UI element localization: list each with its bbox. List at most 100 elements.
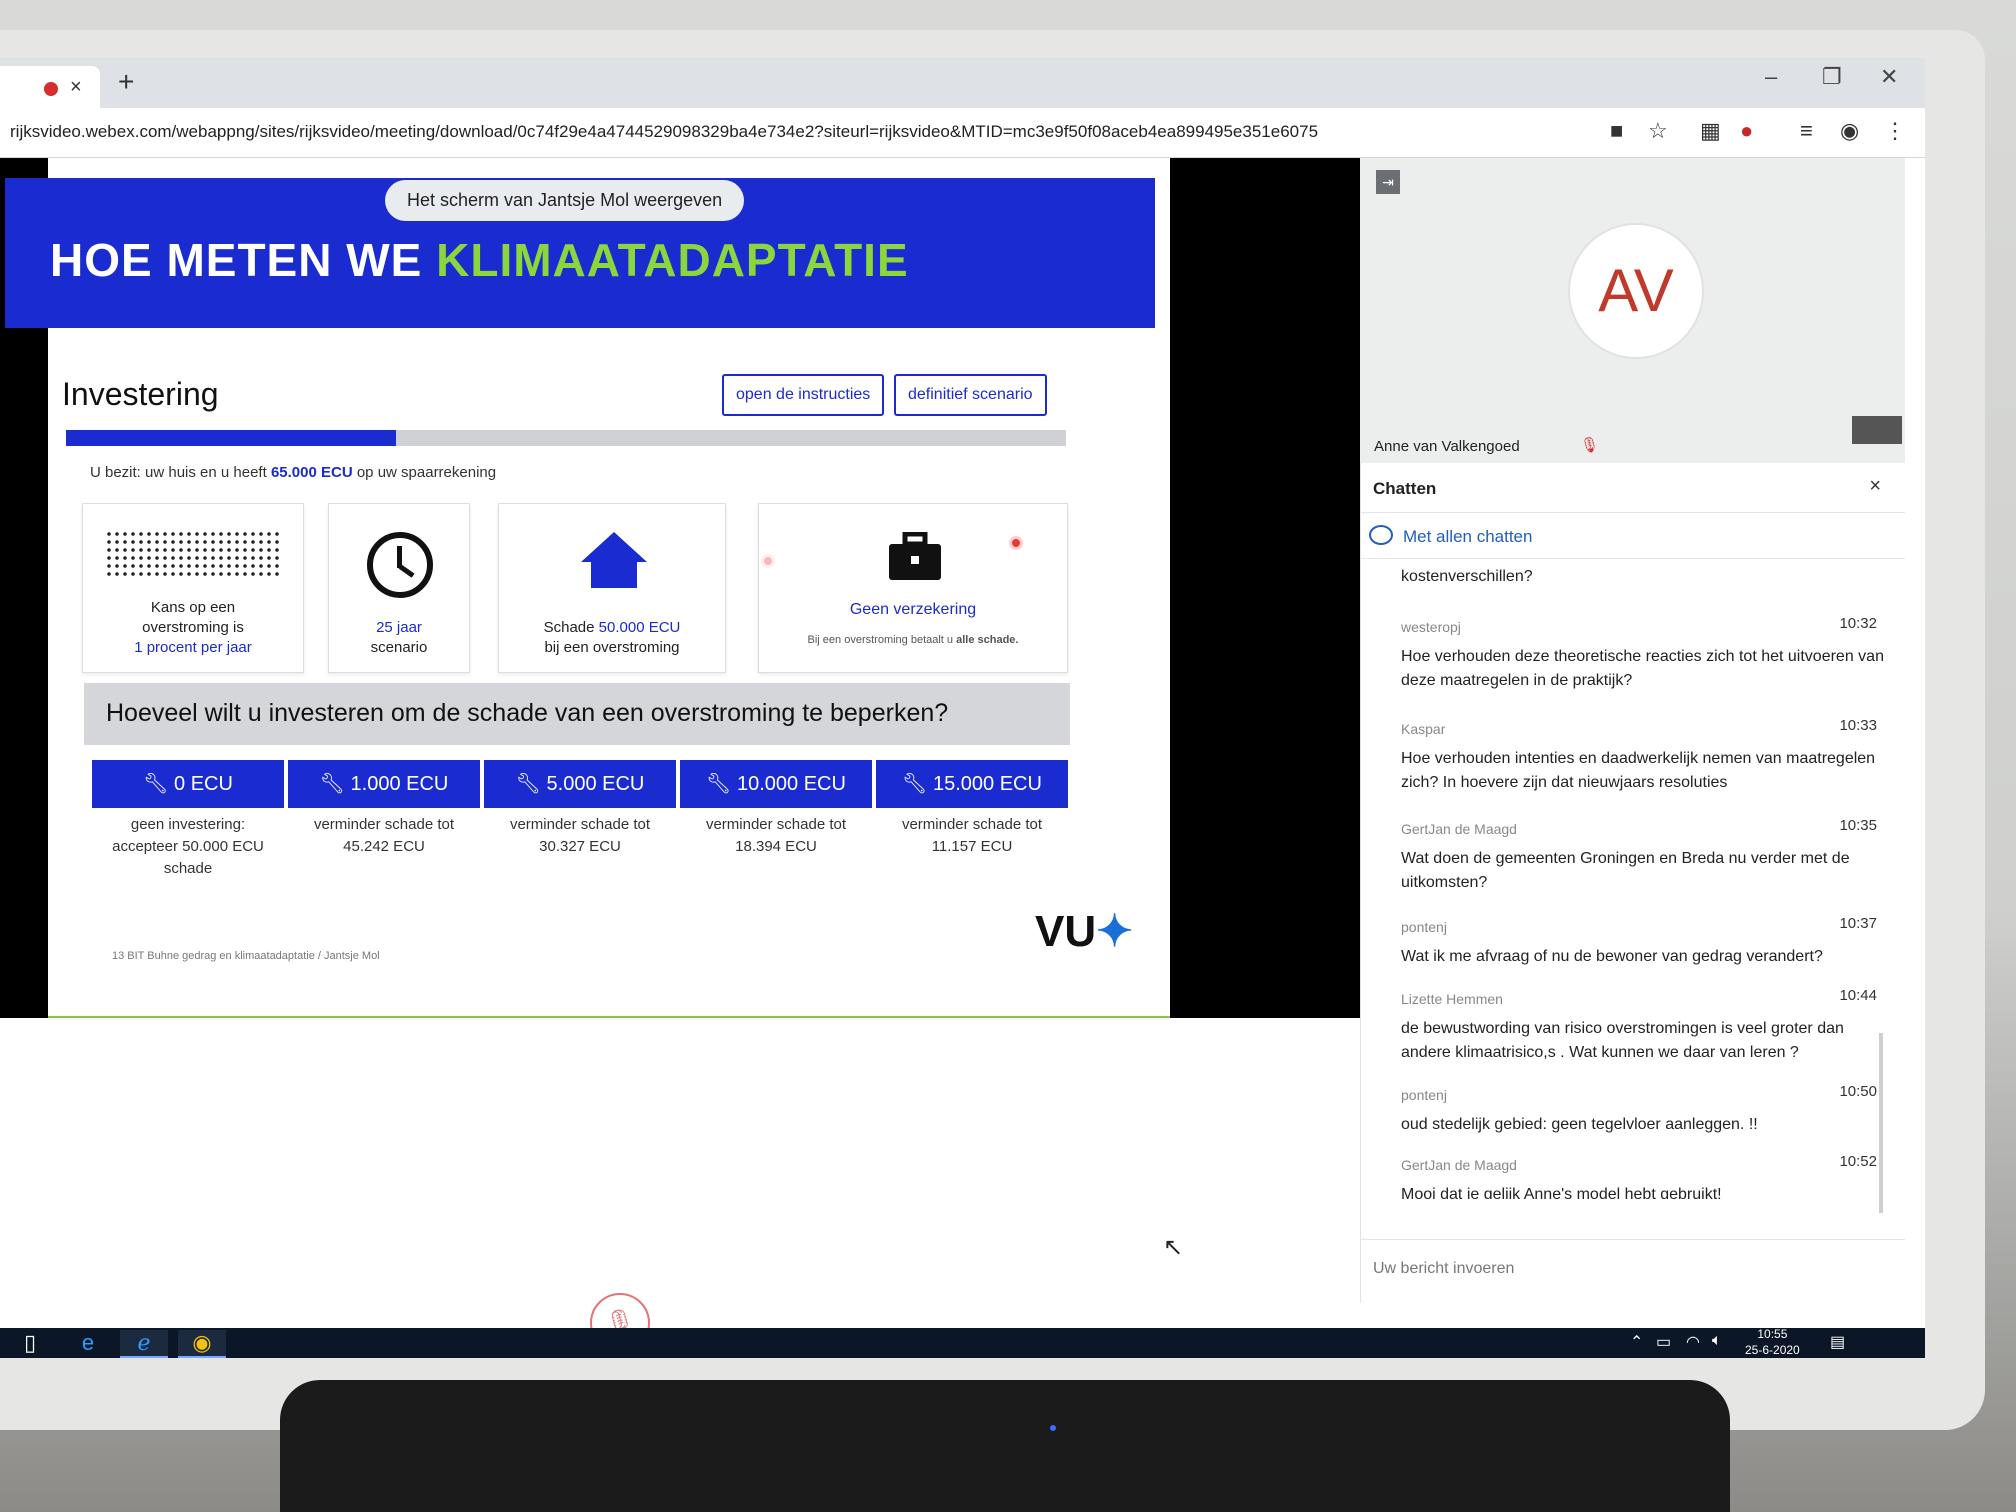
adblock-icon[interactable]: ● xyxy=(1740,118,1753,144)
vu-logo: VU✦ xyxy=(1035,906,1133,957)
screen-share-label[interactable]: Het scherm van Jantsje Mol weergeven xyxy=(385,180,745,221)
damage-post: bij een overstroming xyxy=(544,639,680,656)
dot-grid-icon xyxy=(105,530,283,576)
invest-option-3[interactable]: 🔧︎ 10.000 ECU verminder schade tot 18.394… xyxy=(680,760,872,858)
edge-icon[interactable]: e xyxy=(64,1330,112,1356)
hover-indicator xyxy=(761,554,775,568)
account-icon[interactable]: ◉ xyxy=(1840,118,1859,144)
invest-button-1[interactable]: 🔧︎ 1.000 ECU xyxy=(288,760,480,808)
star-icon[interactable]: ☆ xyxy=(1648,118,1668,144)
chat-message-input[interactable]: Uw bericht invoeren xyxy=(1361,1239,1905,1303)
invest-option-0[interactable]: 🔧︎ 0 ECU geen investering: accepteer 50.0… xyxy=(92,760,284,880)
message-list[interactable]: kostenverschillen? westeropj 10:32 Hoe v… xyxy=(1361,559,1905,1199)
wrench-icon: 🔧︎ xyxy=(515,773,547,795)
invest-desc-4a: verminder schade tot xyxy=(901,816,1043,833)
url-field[interactable]: rijksvideo.webex.com/webappng/sites/rijk… xyxy=(10,122,1318,142)
damage-amount: 50.000 ECU xyxy=(598,619,681,636)
invest-desc-1b: 45.242 ECU xyxy=(343,838,425,855)
invest-option-2[interactable]: 🔧︎ 5.000 ECU verminder schade tot 30.327 … xyxy=(484,760,676,858)
internet-explorer-icon[interactable]: ℯ xyxy=(120,1330,168,1358)
media-icon[interactable]: ≡ xyxy=(1800,118,1813,144)
camera-icon[interactable]: ■ xyxy=(1610,118,1623,144)
chat-scrollbar[interactable] xyxy=(1879,1033,1883,1213)
title-prefix: HOE METEN WE xyxy=(50,234,437,286)
close-window-button[interactable]: ✕ xyxy=(1880,64,1898,90)
possession-text: U bezit: uw huis en u heeft 65.000 ECU o… xyxy=(90,464,496,481)
message-text: Mooi dat je gelijk Anne's model hebt geb… xyxy=(1401,1186,1722,1199)
selected-indicator xyxy=(1009,536,1023,550)
muted-mic-icon: 🎙︎ xyxy=(1580,437,1600,454)
possession-amount: 65.000 ECU xyxy=(270,464,353,481)
invest-button-0[interactable]: 🔧︎ 0 ECU xyxy=(92,760,284,808)
webex-meeting: HOE METEN WE KLIMAATADAPTATIE Het scherm… xyxy=(0,158,1925,1353)
restore-button[interactable]: ❐ xyxy=(1822,64,1842,90)
final-scenario-button[interactable]: definitief scenario xyxy=(894,374,1047,416)
list-item: pontenj 10:50 oud stedelijk gebied: geen… xyxy=(1401,1083,1891,1137)
invest-desc-0b: accepteer 50.000 ECU xyxy=(112,838,264,855)
extension-icon[interactable]: ▦ xyxy=(1700,118,1721,144)
power-led xyxy=(1050,1425,1056,1431)
progress-bar xyxy=(66,430,1066,446)
house-icon xyxy=(581,532,647,588)
chat-recipient[interactable]: Met allen chatten xyxy=(1361,513,1905,559)
volume-icon[interactable]: 🔈︎ xyxy=(1712,1332,1722,1350)
message-time: 10:50 xyxy=(1839,1083,1877,1100)
list-item: Lizette Hemmen 10:44 de bewustwording va… xyxy=(1401,987,1891,1065)
monitor-screen: × + – ❐ ✕ rijksvideo.webex.com/webappng/… xyxy=(0,58,1925,1358)
shared-slide: HOE METEN WE KLIMAATADAPTATIE Het scherm… xyxy=(0,158,1170,1018)
task-view-icon[interactable]: ▯ xyxy=(6,1330,54,1356)
message-sender: GertJan de Maagd xyxy=(1401,821,1517,837)
scenario-line-2: scenario xyxy=(370,639,428,656)
scenario-card: 25 jaar scenario xyxy=(328,503,470,673)
invest-button-2[interactable]: 🔧︎ 5.000 ECU xyxy=(484,760,676,808)
message-text: Hoe verhouden deze theoretische reacties… xyxy=(1401,648,1884,689)
close-icon[interactable]: × xyxy=(1869,475,1881,498)
battery-icon[interactable]: ▭ xyxy=(1656,1332,1671,1352)
slide-footer: 13 BIT Buhne gedrag en klimaatadaptatie … xyxy=(112,950,380,962)
minimize-button[interactable]: – xyxy=(1765,64,1777,90)
insurance-note: Bij een overstroming betaalt u xyxy=(807,634,954,646)
clock-icon xyxy=(367,532,433,598)
message-time: 10:32 xyxy=(1839,615,1877,632)
taskbar-clock[interactable]: 10:55 25-6-2020 xyxy=(1745,1326,1800,1358)
wrench-icon: 🔧︎ xyxy=(902,773,933,795)
tab-close-button[interactable]: × xyxy=(70,76,82,99)
participant-tile: ⇥ AV Anne van Valkengoed 🎙︎ xyxy=(1360,158,1905,463)
tray-chevron-icon[interactable]: ⌃ xyxy=(1630,1332,1643,1352)
open-instructions-button[interactable]: open de instructies xyxy=(722,374,885,416)
wrench-icon: 🔧︎ xyxy=(706,773,737,795)
wifi-icon[interactable]: ◠ xyxy=(1686,1332,1700,1352)
clock-date: 25-6-2020 xyxy=(1745,1343,1800,1357)
chrome-icon[interactable]: ◉ xyxy=(178,1330,226,1358)
insurance-card[interactable]: Geen verzekering Bij een overstroming be… xyxy=(758,503,1068,673)
griffin-icon: ✦ xyxy=(1096,907,1133,956)
invest-label-4: 15.000 ECU xyxy=(932,773,1042,795)
message-text: kostenverschillen? xyxy=(1401,568,1533,585)
invest-option-4[interactable]: 🔧︎ 15.000 ECU verminder schade tot 11.157… xyxy=(876,760,1068,858)
message-sender: pontenj xyxy=(1401,1087,1447,1103)
address-bar: rijksvideo.webex.com/webappng/sites/rijk… xyxy=(0,108,1925,158)
vu-logo-text: VU xyxy=(1035,907,1097,956)
invest-button-4[interactable]: 🔧︎ 15.000 ECU xyxy=(876,760,1068,808)
notifications-icon[interactable]: ▤ xyxy=(1830,1332,1845,1352)
possession-post: op uw spaarrekening xyxy=(356,464,497,481)
browser-tab[interactable]: × xyxy=(0,66,100,108)
invest-button-3[interactable]: 🔧︎ 10.000 ECU xyxy=(680,760,872,808)
invest-option-1[interactable]: 🔧︎ 1.000 ECU verminder schade tot 45.242 … xyxy=(288,760,480,858)
list-item: pontenj 10:37 Wat ik me afvraag of nu de… xyxy=(1401,915,1891,969)
invest-desc-1a: verminder schade tot xyxy=(313,816,455,833)
list-item: Kaspar 10:33 Hoe verhouden intenties en … xyxy=(1401,717,1891,795)
collapse-icon[interactable]: ⇥ xyxy=(1376,170,1400,194)
self-view-thumbnail[interactable] xyxy=(1852,416,1902,444)
message-text: Wat doen de gemeenten Groningen en Breda… xyxy=(1401,850,1850,891)
menu-icon[interactable]: ⋮ xyxy=(1884,118,1906,144)
message-text: Hoe verhouden intenties en daadwerkelijk… xyxy=(1401,750,1876,791)
list-item: GertJan de Maagd 10:52 Mooi dat je gelij… xyxy=(1401,1153,1891,1199)
question-bar: Hoeveel wilt u investeren om de schade v… xyxy=(84,683,1070,745)
list-item: westeropj 10:32 Hoe verhouden deze theor… xyxy=(1401,615,1891,693)
list-item: GertJan de Maagd 10:35 Wat doen de gemee… xyxy=(1401,817,1891,895)
participant-name: Anne van Valkengoed xyxy=(1374,438,1520,455)
invest-desc-2b: 30.327 ECU xyxy=(539,838,621,855)
message-text: de bewustwording van risico overstroming… xyxy=(1401,1020,1844,1061)
new-tab-button[interactable]: + xyxy=(118,66,134,98)
